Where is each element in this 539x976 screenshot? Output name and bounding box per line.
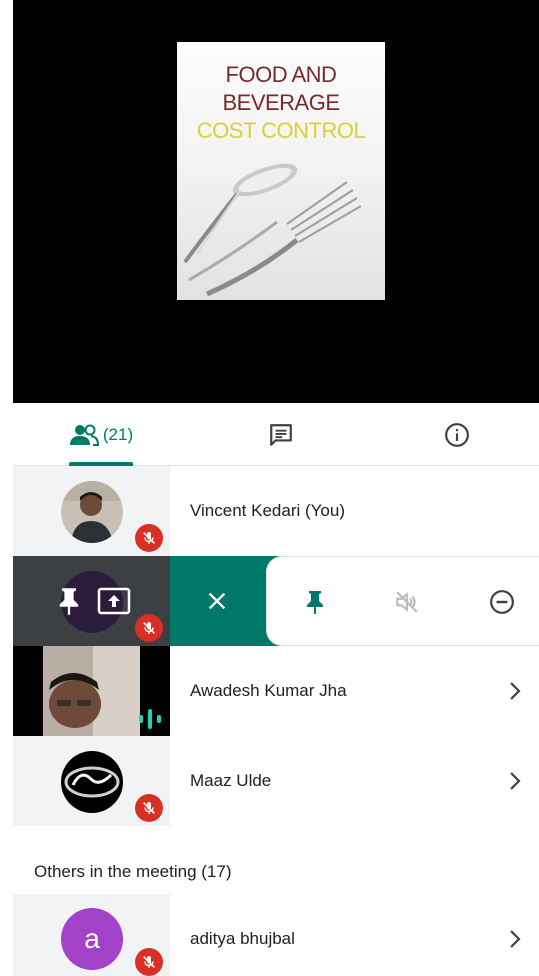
participant-tile bbox=[13, 466, 170, 556]
chevron-right-icon[interactable] bbox=[503, 679, 527, 703]
meet-app: FOOD AND BEVERAGE COST CONTROL (21) Vinc… bbox=[0, 0, 539, 976]
mute-button[interactable] bbox=[394, 589, 420, 615]
pin-button[interactable] bbox=[302, 589, 328, 615]
chevron-right-icon[interactable] bbox=[503, 927, 527, 951]
avatar bbox=[61, 481, 123, 543]
participant-tile: a bbox=[13, 894, 170, 976]
chevron-right-icon[interactable] bbox=[503, 769, 527, 793]
participant-row[interactable]: Maaz Ulde bbox=[13, 736, 539, 826]
fullscreen-button[interactable] bbox=[97, 587, 131, 615]
avatar: a bbox=[61, 908, 123, 970]
pin-icon bbox=[307, 591, 323, 614]
participant-row[interactable]: Awadesh Kumar Jha bbox=[13, 646, 539, 736]
participant-actions bbox=[266, 556, 539, 646]
mic-off-icon bbox=[143, 622, 155, 634]
avatar bbox=[61, 751, 123, 813]
mic-off-badge bbox=[135, 524, 163, 552]
book-title-line1: FOOD AND bbox=[225, 62, 337, 87]
tab-people[interactable]: (21) bbox=[65, 403, 137, 466]
cutlery-illustration bbox=[183, 163, 362, 297]
mic-off-icon bbox=[143, 802, 155, 814]
info-icon bbox=[445, 422, 469, 447]
audio-level-icon bbox=[139, 709, 161, 729]
participant-count: (21) bbox=[102, 424, 134, 444]
participant-row[interactable]: a aditya bhujbal bbox=[13, 894, 539, 976]
book-title-line3: COST CONTROL bbox=[196, 118, 366, 143]
mic-off-badge bbox=[135, 794, 163, 822]
mic-off-icon bbox=[143, 532, 155, 544]
participant-name: Maaz Ulde bbox=[190, 771, 272, 790]
others-section-label: Others in the meeting (17) bbox=[34, 862, 232, 881]
remove-icon bbox=[490, 590, 514, 614]
participant-video bbox=[13, 646, 170, 736]
speaking-indicator bbox=[137, 707, 163, 731]
book-title-line2: BEVERAGE bbox=[222, 90, 340, 115]
panel-tabs: (21) bbox=[13, 403, 539, 466]
mic-off-badge bbox=[135, 614, 163, 642]
mic-off-icon bbox=[143, 956, 155, 968]
mic-off-badge bbox=[135, 948, 163, 976]
participant-tile bbox=[13, 556, 170, 646]
tab-info[interactable] bbox=[433, 403, 481, 466]
presentation-slide: FOOD AND BEVERAGE COST CONTROL bbox=[177, 42, 385, 300]
pin-to-screen-button[interactable] bbox=[55, 586, 83, 616]
participant-row[interactable]: Vincent Kedari (You) bbox=[13, 466, 539, 556]
participant-name: Awadesh Kumar Jha bbox=[190, 681, 347, 700]
participant-name: Vincent Kedari (You) bbox=[190, 501, 345, 520]
pin-icon bbox=[59, 588, 79, 615]
participant-name: aditya bhujbal bbox=[190, 929, 295, 948]
left-edge bbox=[0, 0, 13, 976]
mute-icon bbox=[396, 591, 418, 613]
present-icon bbox=[97, 587, 131, 615]
participant-row-selected[interactable] bbox=[13, 556, 539, 646]
tab-chat[interactable] bbox=[257, 403, 305, 466]
people-icon bbox=[69, 424, 99, 446]
presentation-stage[interactable]: FOOD AND BEVERAGE COST CONTROL bbox=[13, 0, 539, 403]
remove-participant-button[interactable] bbox=[489, 589, 515, 615]
participant-tile bbox=[13, 736, 170, 826]
chat-icon bbox=[270, 423, 292, 446]
close-icon bbox=[208, 592, 226, 610]
